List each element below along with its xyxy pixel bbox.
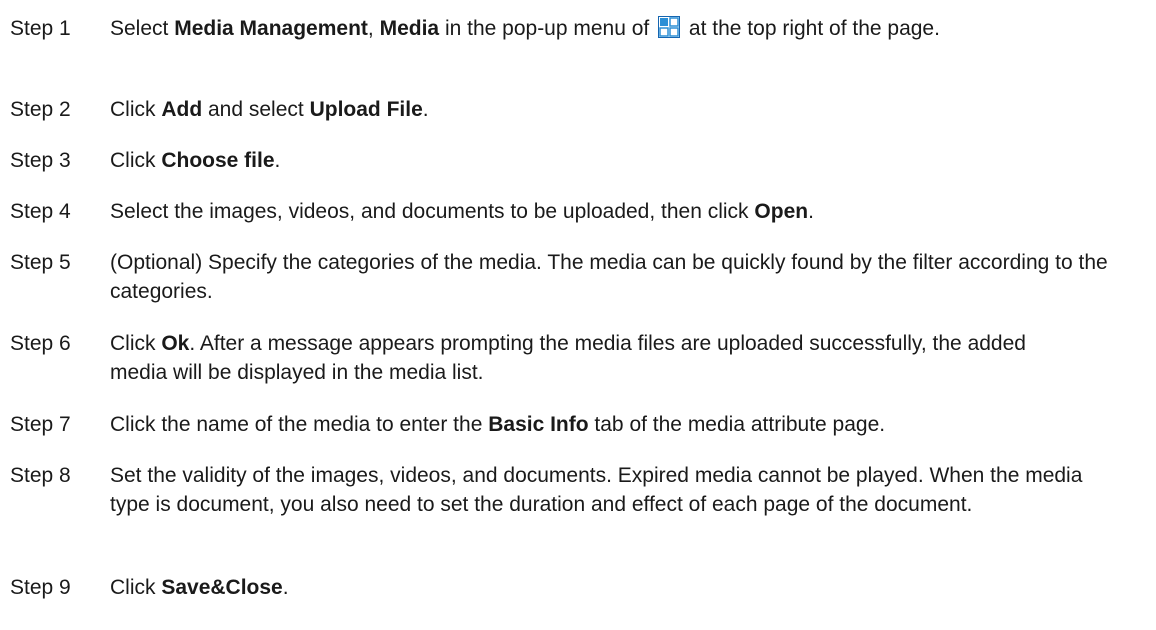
bold-term: Media: [379, 17, 440, 40]
text-run: ,: [367, 17, 380, 40]
text-run: Click: [110, 332, 162, 355]
bold-term: Open: [754, 200, 809, 223]
step-text: (Optional) Specify the categories of the…: [110, 248, 1130, 306]
text-run: and select: [202, 98, 310, 121]
bold-term: Choose file: [161, 149, 275, 172]
bold-term: Basic Info: [488, 413, 589, 436]
step-text: Select the images, videos, and documents…: [110, 197, 1150, 226]
step-label: Step 9: [10, 576, 71, 599]
step-text: Select Media Management, Media in the po…: [110, 14, 1140, 46]
text-run: .: [282, 576, 289, 599]
text-run: Click: [110, 98, 162, 121]
text-run: at the top right of the page.: [683, 17, 940, 40]
text-run: Click the name of the media to enter the: [110, 413, 489, 436]
text-run: Click: [110, 576, 162, 599]
step-label: Step 5: [10, 251, 71, 274]
bold-term: Ok: [161, 332, 190, 355]
step-label: Step 1: [10, 17, 71, 40]
step-text: Click Add and select Upload File.: [110, 95, 1150, 124]
bold-term: Upload File: [309, 98, 423, 121]
text-run: (Optional) Specify the categories of the…: [110, 251, 1108, 303]
text-run: .: [808, 200, 814, 223]
step-label: Step 7: [10, 413, 71, 436]
text-run: Select the images, videos, and documents…: [110, 200, 755, 223]
bold-term: Add: [161, 98, 203, 121]
step-label: Step 4: [10, 200, 71, 223]
step-label: Step 6: [10, 332, 71, 355]
step-label: Step 8: [10, 464, 71, 487]
text-run: . After a message appears prompting the …: [110, 332, 1026, 384]
menu-grid-icon: [658, 16, 681, 46]
step-label: Step 2: [10, 98, 71, 121]
text-run: Set the validity of the images, videos, …: [110, 464, 1083, 516]
bold-term: Save&Close: [161, 576, 283, 599]
text-run: in the pop-up menu of: [439, 17, 656, 40]
text-run: Select: [110, 17, 175, 40]
step-text: Click Choose file.: [110, 146, 1150, 175]
step-text: Set the validity of the images, videos, …: [110, 461, 1100, 519]
step-text: Click Save&Close.: [110, 573, 1150, 602]
bold-term: Media Management: [174, 17, 368, 40]
text-run: tab of the media attribute page.: [588, 413, 886, 436]
text-run: .: [274, 149, 281, 172]
step-text: Click Ok. After a message appears prompt…: [110, 329, 1070, 387]
step-label: Step 3: [10, 149, 71, 172]
text-run: .: [422, 98, 429, 121]
step-text: Click the name of the media to enter the…: [110, 410, 1150, 439]
text-run: Click: [110, 149, 162, 172]
